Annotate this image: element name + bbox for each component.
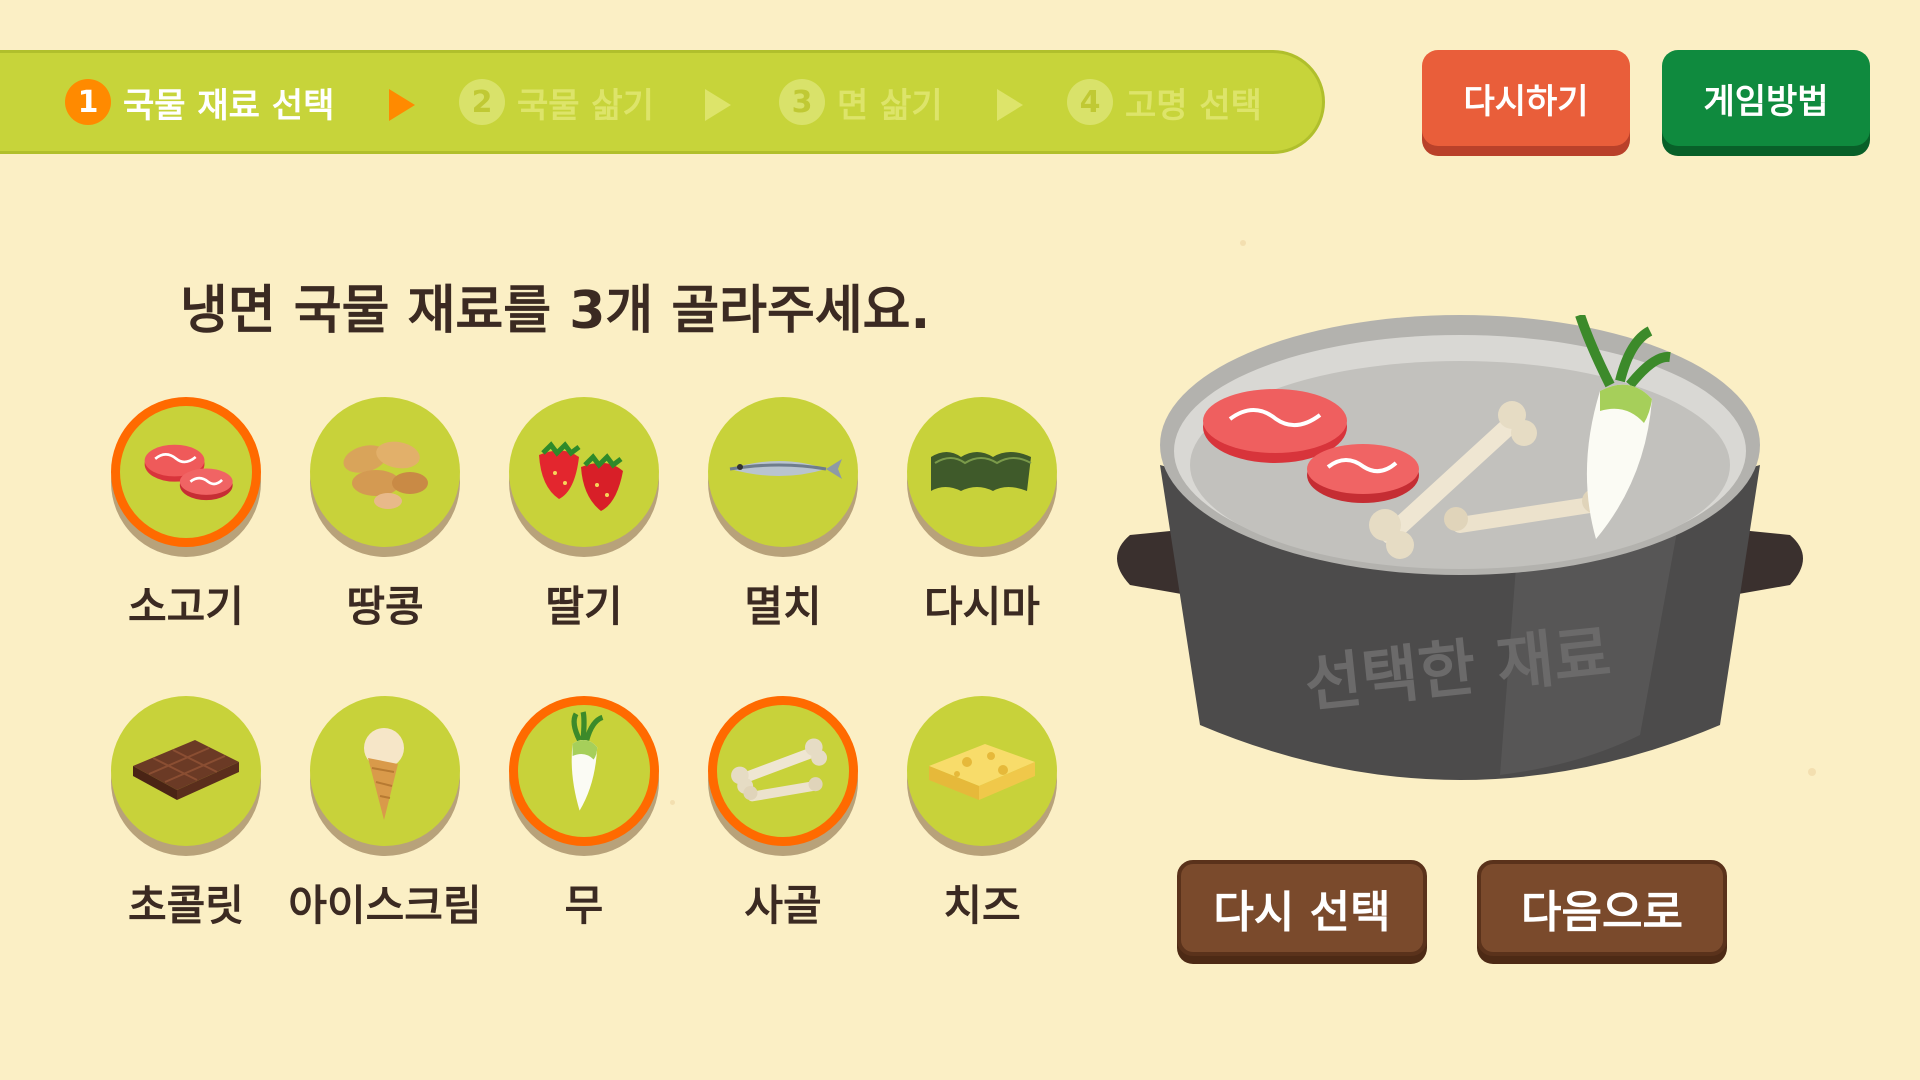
ingredient-label: 딸기 <box>545 582 623 631</box>
ingredient-label: 소고기 <box>128 582 244 631</box>
step-4-number: 4 <box>1067 79 1113 125</box>
ingredient-ice-cream[interactable]: 아이스크림 <box>288 696 482 930</box>
step-2-number: 2 <box>459 79 505 125</box>
ingredient-circle[interactable] <box>509 397 659 547</box>
paper-speck <box>670 800 675 805</box>
step-3: 3 면 삶기 <box>779 53 943 151</box>
cheese-icon <box>929 744 1035 800</box>
ingredient-label: 사골 <box>744 881 822 930</box>
ingredient-circle[interactable] <box>907 696 1057 846</box>
ingredient-label: 멸치 <box>744 582 822 631</box>
ingredient-kelp[interactable]: 다시마 <box>907 397 1057 631</box>
step-3-label: 면 삶기 <box>837 85 943 126</box>
selected-ingredients-pot: 선택한 재료 <box>1100 313 1820 795</box>
step-progress-bar: 1 국물 재료 선택 2 국물 삶기 3 면 삶기 4 고명 선택 <box>0 50 1325 154</box>
step-3-number: 3 <box>779 79 825 125</box>
ingredient-circle[interactable] <box>310 696 460 846</box>
how-to-play-button[interactable]: 게임방법 <box>1662 50 1870 146</box>
step-1: 1 국물 재료 선택 <box>65 53 334 151</box>
beef-icon <box>144 444 233 501</box>
ingredient-label: 다시마 <box>924 582 1040 631</box>
restart-button[interactable]: 다시하기 <box>1422 50 1630 146</box>
pot-icon: 선택한 재료 <box>1117 313 1803 780</box>
step-arrow-icon <box>389 89 415 121</box>
ingredient-label: 무 <box>564 881 604 930</box>
kelp-icon <box>931 452 1032 491</box>
next-button[interactable]: 다음으로 <box>1477 860 1727 956</box>
ingredient-circle[interactable] <box>708 397 858 547</box>
radish-icon <box>571 711 604 811</box>
ingredient-cheese[interactable]: 치즈 <box>907 696 1057 930</box>
ingredient-circle[interactable] <box>907 397 1057 547</box>
ingredient-peanut[interactable]: 땅콩 <box>310 397 460 631</box>
beef-bone-icon <box>731 738 827 802</box>
step-2-label: 국물 삶기 <box>517 85 654 126</box>
anchovy-icon <box>729 459 842 479</box>
ingredient-beef[interactable]: 소고기 <box>111 397 261 631</box>
step-2: 2 국물 삶기 <box>459 53 654 151</box>
step-4: 4 고명 선택 <box>1067 53 1262 151</box>
ingredient-circle[interactable] <box>708 696 858 846</box>
ingredient-chocolate[interactable]: 초콜릿 <box>111 696 261 930</box>
ingredient-circle[interactable] <box>111 397 261 547</box>
step-4-label: 고명 선택 <box>1125 85 1262 126</box>
ingredient-label: 초콜릿 <box>128 881 244 930</box>
strawberry-icon <box>539 441 623 511</box>
step-arrow-icon <box>997 89 1023 121</box>
ingredient-strawberry[interactable]: 딸기 <box>509 397 659 631</box>
step-arrow-icon <box>705 89 731 121</box>
ingredient-radish[interactable]: 무 <box>509 696 659 930</box>
ingredient-circle[interactable] <box>509 696 659 846</box>
ingredient-anchovy[interactable]: 멸치 <box>708 397 858 631</box>
ingredient-beef-bone[interactable]: 사골 <box>708 696 858 930</box>
ice-cream-icon <box>364 728 404 820</box>
instruction-text: 냉면 국물 재료를 3개 골라주세요. <box>180 281 931 341</box>
ingredient-label: 아이스크림 <box>288 881 482 930</box>
chocolate-icon <box>133 740 239 800</box>
step-1-label: 국물 재료 선택 <box>123 85 335 126</box>
peanut-icon <box>343 441 428 509</box>
ingredient-label: 치즈 <box>943 881 1021 930</box>
ingredient-label: 땅콩 <box>346 582 424 631</box>
step-1-number: 1 <box>65 79 111 125</box>
reselect-button[interactable]: 다시 선택 <box>1177 860 1427 956</box>
paper-speck <box>1240 240 1246 246</box>
ingredient-circle[interactable] <box>111 696 261 846</box>
ingredient-circle[interactable] <box>310 397 460 547</box>
